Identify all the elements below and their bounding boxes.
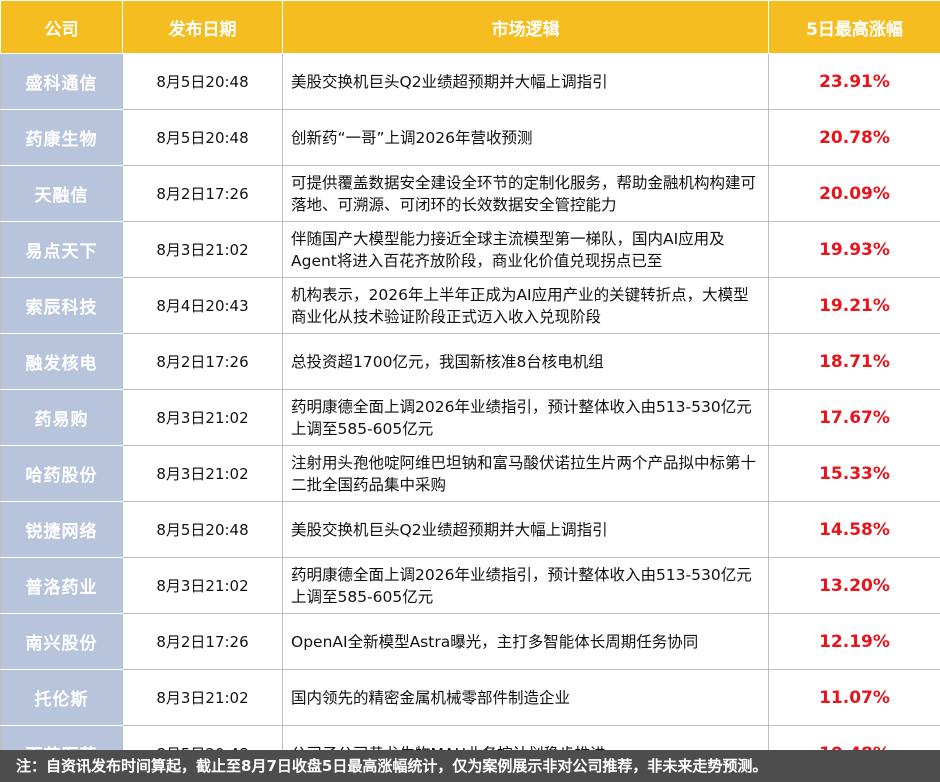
max-gain: 19.93% (768, 221, 940, 278)
company-name: 药康生物 (0, 109, 123, 166)
company-name: 盛科通信 (0, 53, 123, 110)
table-header: 公司 发布日期 市场逻辑 5日最高涨幅 (0, 0, 940, 54)
company-name: 天融信 (0, 165, 123, 222)
market-logic: OpenAI全新模型Astra曝光，主打多智能体长周期任务协同 (282, 613, 769, 670)
company-name: 药易购 (0, 389, 123, 446)
market-logic: 美股交换机巨头Q2业绩超预期并大幅上调指引 (282, 53, 769, 110)
company-name: 易点天下 (0, 221, 123, 278)
table-row: 盛科通信 8月5日20:48 美股交换机巨头Q2业绩超预期并大幅上调指引 23.… (0, 53, 940, 110)
company-name: 哈药股份 (0, 445, 123, 502)
max-gain: 23.91% (768, 53, 940, 110)
table-row: 药易购 8月3日21:02 药明康德全面上调2026年业绩指引，预计整体收入由5… (0, 389, 940, 446)
table-body: 盛科通信 8月5日20:48 美股交换机巨头Q2业绩超预期并大幅上调指引 23.… (0, 53, 940, 782)
release-date: 8月5日20:48 (122, 109, 283, 166)
market-logic: 可提供覆盖数据安全建设全环节的定制化服务，帮助金融机构构建可落地、可溯源、可闭环… (282, 165, 769, 222)
company-name: 普洛药业 (0, 557, 123, 614)
market-logic: 注射用头孢他啶阿维巴坦钠和富马酸伏诺拉生片两个产品拟中标第十二批全国药品集中采购 (282, 445, 769, 502)
max-gain: 17.67% (768, 389, 940, 446)
table-row: 哈药股份 8月3日21:02 注射用头孢他啶阿维巴坦钠和富马酸伏诺拉生片两个产品… (0, 445, 940, 502)
market-logic: 机构表示，2026年上半年正成为AI应用产业的关键转折点，大模型商业化从技术验证… (282, 277, 769, 334)
release-date: 8月3日21:02 (122, 221, 283, 278)
max-gain: 20.78% (768, 109, 940, 166)
release-date: 8月5日20:48 (122, 53, 283, 110)
table-row: 托伦斯 8月3日21:02 国内领先的精密金属机械零部件制造企业 11.07% (0, 669, 940, 726)
max-gain: 19.21% (768, 277, 940, 334)
table-row: 易点天下 8月3日21:02 伴随国产大模型能力接近全球主流模型第一梯队，国内A… (0, 221, 940, 278)
table-row: 索辰科技 8月4日20:43 机构表示，2026年上半年正成为AI应用产业的关键… (0, 277, 940, 334)
company-name: 索辰科技 (0, 277, 123, 334)
company-name: 锐捷网络 (0, 501, 123, 558)
table-row: 药康生物 8月5日20:48 创新药“一哥”上调2026年营收预测 20.78% (0, 109, 940, 166)
header-5day-max-gain: 5日最高涨幅 (768, 0, 940, 54)
header-market-logic: 市场逻辑 (282, 0, 769, 54)
release-date: 8月2日17:26 (122, 333, 283, 390)
table-row: 天融信 8月2日17:26 可提供覆盖数据安全建设全环节的定制化服务，帮助金融机… (0, 165, 940, 222)
release-date: 8月2日17:26 (122, 165, 283, 222)
max-gain: 18.71% (768, 333, 940, 390)
market-logic: 药明康德全面上调2026年业绩指引，预计整体收入由513-530亿元上调至585… (282, 557, 769, 614)
header-release-date: 发布日期 (122, 0, 283, 54)
max-gain: 14.58% (768, 501, 940, 558)
release-date: 8月3日21:02 (122, 445, 283, 502)
market-logic: 创新药“一哥”上调2026年营收预测 (282, 109, 769, 166)
release-date: 8月3日21:02 (122, 669, 283, 726)
release-date: 8月2日17:26 (122, 613, 283, 670)
table-row: 南兴股份 8月2日17:26 OpenAI全新模型Astra曝光，主打多智能体长… (0, 613, 940, 670)
market-logic: 国内领先的精密金属机械零部件制造企业 (282, 669, 769, 726)
table-row: 普洛药业 8月3日21:02 药明康德全面上调2026年业绩指引，预计整体收入由… (0, 557, 940, 614)
market-logic: 总投资超1700亿元，我国新核准8台核电机组 (282, 333, 769, 390)
header-company: 公司 (0, 0, 123, 54)
max-gain: 13.20% (768, 557, 940, 614)
release-date: 8月3日21:02 (122, 389, 283, 446)
release-date: 8月3日21:02 (122, 557, 283, 614)
disclaimer-footer: 注：自资讯发布时间算起，截止至8月7日收盘5日最高涨幅统计，仅为案例展示非对公司… (0, 750, 940, 782)
max-gain: 15.33% (768, 445, 940, 502)
max-gain: 11.07% (768, 669, 940, 726)
company-name: 南兴股份 (0, 613, 123, 670)
market-logic: 美股交换机巨头Q2业绩超预期并大幅上调指引 (282, 501, 769, 558)
max-gain: 20.09% (768, 165, 940, 222)
max-gain: 12.19% (768, 613, 940, 670)
stock-gain-table: 公司 发布日期 市场逻辑 5日最高涨幅 盛科通信 8月5日20:48 美股交换机… (0, 0, 940, 782)
market-logic: 药明康德全面上调2026年业绩指引，预计整体收入由513-530亿元上调至585… (282, 389, 769, 446)
table-row: 锐捷网络 8月5日20:48 美股交换机巨头Q2业绩超预期并大幅上调指引 14.… (0, 501, 940, 558)
release-date: 8月5日20:48 (122, 501, 283, 558)
company-name: 托伦斯 (0, 669, 123, 726)
company-name: 融发核电 (0, 333, 123, 390)
stock-gain-table-page: 公司 发布日期 市场逻辑 5日最高涨幅 盛科通信 8月5日20:48 美股交换机… (0, 0, 940, 782)
release-date: 8月4日20:43 (122, 277, 283, 334)
market-logic: 伴随国产大模型能力接近全球主流模型第一梯队，国内AI应用及Agent将进入百花齐… (282, 221, 769, 278)
table-row: 融发核电 8月2日17:26 总投资超1700亿元，我国新核准8台核电机组 18… (0, 333, 940, 390)
